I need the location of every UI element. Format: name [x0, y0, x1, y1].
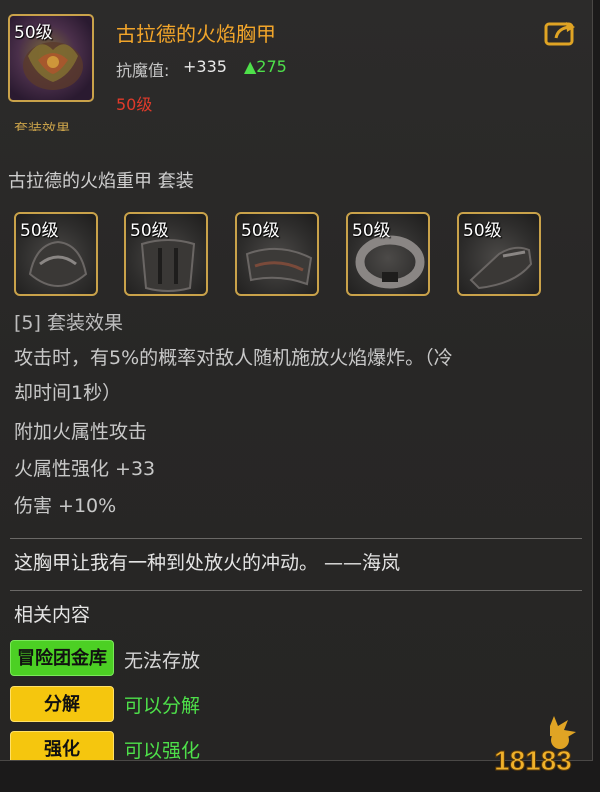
- enhance-status: 可以强化: [124, 740, 201, 761]
- set-piece-level: 50级: [352, 221, 391, 241]
- set-effect-title: [5] 套装效果: [14, 312, 123, 334]
- share-icon[interactable]: [544, 20, 578, 46]
- stat-value: +335: [183, 57, 227, 76]
- divider: [10, 538, 582, 539]
- set-effect-line: 攻击时，有5%的概率对敌人随机施放火焰爆炸。（冷: [14, 347, 453, 369]
- related-content-title: 相关内容: [14, 604, 91, 626]
- set-effect-line: 伤害 +10%: [14, 495, 117, 517]
- flavor-text: 这胸甲让我有一种到处放火的冲动。 ——海岚: [14, 552, 401, 574]
- set-piece-slot[interactable]: 50级: [346, 212, 430, 296]
- set-piece-level: 50级: [130, 221, 169, 241]
- adventure-vault-tag: 冒险团金库: [10, 640, 114, 676]
- stat-label: 抗魔值:: [116, 61, 170, 80]
- adventure-vault-status: 无法存放: [124, 650, 201, 672]
- item-name: 古拉德的火焰胸甲: [116, 22, 276, 46]
- set-piece-level: 50级: [463, 221, 502, 241]
- item-level-badge: 50级: [14, 23, 53, 43]
- set-effect-line: 却时间1秒）: [14, 382, 122, 404]
- truncated-label: 套装效果: [14, 122, 70, 131]
- enhance-tag: 强化: [10, 731, 114, 760]
- set-piece-level: 50级: [20, 221, 59, 241]
- set-piece-slot[interactable]: 50级: [235, 212, 319, 296]
- set-name: 古拉德的火焰重甲 套装: [8, 171, 194, 192]
- watermark-logo: 18183: [490, 712, 596, 788]
- set-effect-line: 火属性强化 +33: [14, 458, 156, 480]
- stat-bonus: ▲275: [244, 57, 287, 76]
- set-piece-slot[interactable]: 50级: [124, 212, 208, 296]
- required-level: 50级: [116, 95, 153, 114]
- set-piece-slot[interactable]: 50级: [457, 212, 541, 296]
- watermark-text: 18183: [494, 745, 572, 776]
- set-effect-line: 附加火属性攻击: [14, 421, 148, 443]
- disassemble-status: 可以分解: [124, 695, 201, 717]
- disassemble-tag: 分解: [10, 686, 114, 722]
- set-piece-slot[interactable]: 50级: [14, 212, 98, 296]
- item-tooltip-panel: 50级 古拉德的火焰胸甲 抗魔值: +335 ▲275 50级 套装效果 古拉德…: [0, 0, 593, 761]
- breastplate-icon[interactable]: 50级: [8, 14, 94, 102]
- divider: [10, 590, 582, 591]
- set-piece-level: 50级: [241, 221, 280, 241]
